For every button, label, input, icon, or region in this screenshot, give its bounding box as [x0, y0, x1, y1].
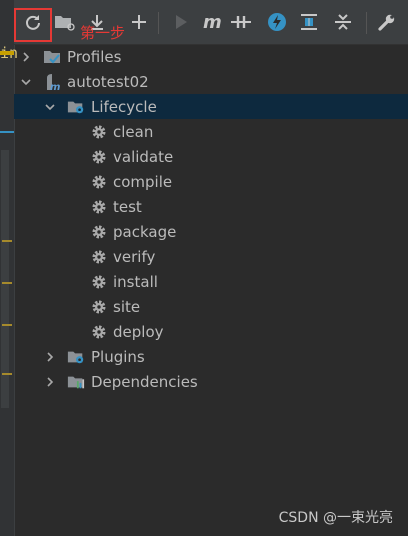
- gear-icon: [90, 248, 108, 266]
- lifecycle-goal-install[interactable]: install: [14, 269, 408, 294]
- active-tab-indicator: [0, 131, 14, 133]
- lifecycle-folder-icon: [67, 98, 85, 116]
- lifecycle-goal-test[interactable]: test: [14, 194, 408, 219]
- maven-m-icon: m: [203, 13, 222, 31]
- wrench-icon: [378, 14, 395, 31]
- svg-text:m: m: [50, 82, 60, 91]
- gear-icon: [90, 298, 108, 316]
- collapse-icon: [335, 14, 351, 30]
- tree-label-dependencies: Dependencies: [91, 372, 198, 391]
- goal-label: package: [113, 222, 177, 241]
- generate-sources-button[interactable]: [52, 9, 78, 35]
- gear-icon: [90, 148, 108, 166]
- goal-label: clean: [113, 122, 154, 141]
- tree-node-plugins[interactable]: Plugins: [14, 344, 408, 369]
- chevron-down-icon[interactable]: [20, 76, 32, 88]
- lifecycle-goal-site[interactable]: site: [14, 294, 408, 319]
- step-highlight-box: [14, 8, 52, 42]
- gear-icon: [90, 223, 108, 241]
- toggle-offline-mode-button[interactable]: [228, 9, 254, 35]
- plus-icon: [132, 15, 146, 29]
- gutter-change-marker: [2, 324, 12, 326]
- plugins-folder-icon: [67, 348, 85, 366]
- maven-settings-button[interactable]: [374, 9, 400, 35]
- run-maven-build-button[interactable]: [168, 9, 194, 35]
- lifecycle-goal-validate[interactable]: validate: [14, 144, 408, 169]
- tree-node-dependencies[interactable]: Dependencies: [14, 369, 408, 394]
- editor-gutter-strip: in: [0, 0, 18, 536]
- add-maven-project-button[interactable]: [126, 9, 152, 35]
- tree-node-lifecycle[interactable]: Lifecycle: [14, 94, 408, 119]
- gear-icon: [90, 323, 108, 341]
- gear-icon: [90, 198, 108, 216]
- lifecycle-goal-verify[interactable]: verify: [14, 244, 408, 269]
- watermark: CSDN @一束光亮: [278, 510, 393, 526]
- skip-tests-button[interactable]: [264, 9, 290, 35]
- chevron-right-icon[interactable]: [44, 376, 56, 388]
- toolbar-separator: [158, 12, 159, 34]
- maven-toolbar: m 第一步: [14, 0, 408, 45]
- lifecycle-goal-clean[interactable]: clean: [14, 119, 408, 144]
- tree-node-profiles[interactable]: Profiles: [14, 44, 408, 69]
- folder-refresh-icon: [55, 16, 75, 31]
- goal-label: verify: [113, 247, 156, 266]
- gear-icon: [90, 273, 108, 291]
- goal-label: test: [113, 197, 142, 216]
- goal-label: compile: [113, 172, 173, 191]
- gutter-marker: [0, 51, 14, 55]
- chevron-down-icon[interactable]: [44, 101, 56, 113]
- toolbar-separator: [366, 12, 367, 34]
- chevron-right-icon[interactable]: [20, 51, 32, 63]
- execute-maven-goal-button[interactable]: m: [200, 9, 226, 35]
- gear-icon: [90, 123, 108, 141]
- goal-label: site: [113, 297, 141, 316]
- dependencies-icon: [301, 14, 317, 30]
- gutter-change-marker: [2, 282, 12, 284]
- dependencies-folder-icon: [67, 373, 85, 391]
- gutter-change-marker: [2, 373, 12, 375]
- gutter-change-marker: [2, 240, 12, 242]
- svg-text:m: m: [203, 13, 222, 31]
- lightning-icon: [268, 13, 286, 31]
- gear-icon: [90, 173, 108, 191]
- offline-icon: [231, 16, 251, 28]
- chevron-right-icon[interactable]: [44, 351, 56, 363]
- play-icon: [176, 15, 187, 29]
- goal-label: deploy: [113, 322, 164, 341]
- maven-project-icon: m: [43, 73, 61, 91]
- lifecycle-goal-deploy[interactable]: deploy: [14, 319, 408, 344]
- collapse-all-button[interactable]: [330, 9, 356, 35]
- profiles-folder-icon: [43, 48, 61, 66]
- step-annotation: 第一步: [80, 24, 126, 42]
- goal-label: validate: [113, 147, 174, 166]
- tree-label-plugins: Plugins: [91, 347, 145, 366]
- editor-scroll-gutter[interactable]: [1, 150, 9, 408]
- tree-label-project: autotest02: [67, 72, 149, 91]
- lifecycle-goal-compile[interactable]: compile: [14, 169, 408, 194]
- tree-label-profiles: Profiles: [67, 47, 122, 66]
- tree-node-project[interactable]: m autotest02: [14, 69, 408, 94]
- lifecycle-goal-package[interactable]: package: [14, 219, 408, 244]
- show-dependencies-button[interactable]: [296, 9, 322, 35]
- tree-label-lifecycle: Lifecycle: [91, 97, 157, 116]
- goal-label: install: [113, 272, 158, 291]
